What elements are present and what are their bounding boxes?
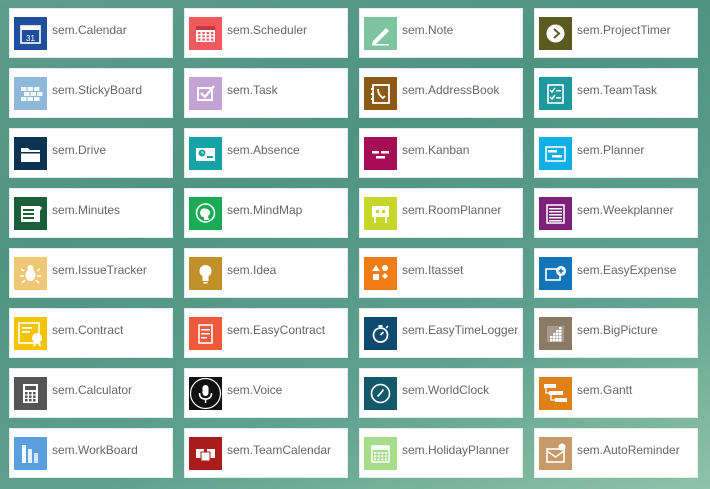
app-tile-label: sem.Weekplanner bbox=[577, 203, 674, 217]
app-tile-label: sem.ProjectTimer bbox=[577, 23, 671, 37]
app-tile-label: sem.TeamCalendar bbox=[227, 443, 332, 457]
absence-icon bbox=[189, 137, 222, 170]
app-tile-label: sem.Planner bbox=[577, 143, 645, 157]
app-tile-label: sem.EasyExpense bbox=[577, 263, 677, 277]
app-grid: 31 sem.Calendar sem.Scheduler sem.Note sem.P… bbox=[0, 0, 710, 489]
app-tile-label: sem.WorkBoard bbox=[52, 443, 138, 457]
app-tile-label: sem.IssueTracker bbox=[52, 263, 147, 277]
app-tile-calculator[interactable]: sem.Calculator bbox=[9, 368, 173, 418]
app-tile-sticky-board[interactable]: sem.StickyBoard bbox=[9, 68, 173, 118]
app-tile-label: sem.Scheduler bbox=[227, 23, 308, 37]
app-tile-note[interactable]: sem.Note bbox=[359, 8, 523, 58]
app-tile-holiday-planner[interactable]: sem.HolidayPlanner bbox=[359, 428, 523, 478]
app-tile-easy-expense[interactable]: sem.EasyExpense bbox=[534, 248, 698, 298]
expense-icon bbox=[539, 257, 572, 290]
pencil-icon bbox=[364, 17, 397, 50]
shapes-icon bbox=[364, 257, 397, 290]
app-tile-label: sem.Note bbox=[402, 23, 454, 37]
app-tile-absence[interactable]: sem.Absence bbox=[184, 128, 348, 178]
app-tile-label: sem.EasyTimeLogger bbox=[402, 323, 519, 337]
planner-icon bbox=[539, 137, 572, 170]
app-tile-work-board[interactable]: sem.WorkBoard bbox=[9, 428, 173, 478]
svg-text:31: 31 bbox=[26, 34, 35, 43]
checkbox-icon bbox=[189, 77, 222, 110]
minutes-icon bbox=[14, 197, 47, 230]
app-tile-gantt[interactable]: sem.Gantt bbox=[534, 368, 698, 418]
app-tile-weekplanner[interactable]: sem.Weekplanner bbox=[534, 188, 698, 238]
app-tile-room-planner[interactable]: sem.RoomPlanner bbox=[359, 188, 523, 238]
app-tile-label: sem.Idea bbox=[227, 263, 277, 277]
lightbulb-icon bbox=[189, 257, 222, 290]
app-tile-voice[interactable]: sem.Voice bbox=[184, 368, 348, 418]
app-tile-project-timer[interactable]: sem.ProjectTimer bbox=[534, 8, 698, 58]
app-tile-auto-reminder[interactable]: sem.AutoReminder bbox=[534, 428, 698, 478]
app-tile-task[interactable]: sem.Task bbox=[184, 68, 348, 118]
app-tile-easy-time-logger[interactable]: sem.EasyTimeLogger bbox=[359, 308, 523, 358]
app-tile-team-task[interactable]: sem.TeamTask bbox=[534, 68, 698, 118]
app-tile-issue-tracker[interactable]: sem.IssueTracker bbox=[9, 248, 173, 298]
workboard-icon bbox=[14, 437, 47, 470]
bricks-icon bbox=[14, 77, 47, 110]
folder-icon bbox=[14, 137, 47, 170]
app-tile-mind-map[interactable]: sem.MindMap bbox=[184, 188, 348, 238]
app-tile-kanban[interactable]: sem.Kanban bbox=[359, 128, 523, 178]
app-tile-label: sem.Task bbox=[227, 83, 278, 97]
app-tile-label: sem.AutoReminder bbox=[577, 443, 680, 457]
app-tile-label: sem.RoomPlanner bbox=[402, 203, 502, 217]
scheduler-icon bbox=[189, 17, 222, 50]
app-tile-label: sem.Voice bbox=[227, 383, 283, 397]
bug-icon bbox=[14, 257, 47, 290]
app-tile-label: sem.Calendar bbox=[52, 23, 127, 37]
document-icon bbox=[189, 317, 222, 350]
app-tile-planner[interactable]: sem.Planner bbox=[534, 128, 698, 178]
app-tile-label: sem.Gantt bbox=[577, 383, 633, 397]
app-tile-label: sem.Itasset bbox=[402, 263, 464, 277]
app-tile-label: sem.MindMap bbox=[227, 203, 303, 217]
app-tile-itasset[interactable]: sem.Itasset bbox=[359, 248, 523, 298]
kanban-icon bbox=[364, 137, 397, 170]
play-icon bbox=[539, 17, 572, 50]
app-tile-label: sem.StickyBoard bbox=[52, 83, 143, 97]
app-tile-team-calendar[interactable]: sem.TeamCalendar bbox=[184, 428, 348, 478]
app-tile-label: sem.Calculator bbox=[52, 383, 133, 397]
app-tile-address-book[interactable]: sem.AddressBook bbox=[359, 68, 523, 118]
weekplanner-icon bbox=[539, 197, 572, 230]
reminder-icon bbox=[539, 437, 572, 470]
app-tile-idea[interactable]: sem.Idea bbox=[184, 248, 348, 298]
app-tile-drive[interactable]: sem.Drive bbox=[9, 128, 173, 178]
app-tile-label: sem.WorldClock bbox=[402, 383, 490, 397]
app-tile-label: sem.Drive bbox=[52, 143, 107, 157]
app-tile-label: sem.TeamTask bbox=[577, 83, 658, 97]
app-tile-calendar[interactable]: 31 sem.Calendar bbox=[9, 8, 173, 58]
app-tile-scheduler[interactable]: sem.Scheduler bbox=[184, 8, 348, 58]
holidayplanner-icon bbox=[364, 437, 397, 470]
app-tile-minutes[interactable]: sem.Minutes bbox=[9, 188, 173, 238]
mindmap-icon bbox=[189, 197, 222, 230]
app-tile-big-picture[interactable]: sem.BigPicture bbox=[534, 308, 698, 358]
roomplanner-icon bbox=[364, 197, 397, 230]
app-tile-label: sem.Absence bbox=[227, 143, 300, 157]
app-tile-label: sem.Contract bbox=[52, 323, 124, 337]
app-tile-easy-contract[interactable]: sem.EasyContract bbox=[184, 308, 348, 358]
app-tile-label: sem.AddressBook bbox=[402, 83, 500, 97]
certificate-icon bbox=[14, 317, 47, 350]
app-tile-contract[interactable]: sem.Contract bbox=[9, 308, 173, 358]
app-tile-label: sem.Minutes bbox=[52, 203, 121, 217]
app-tile-label: sem.HolidayPlanner bbox=[402, 443, 510, 457]
stopwatch-icon bbox=[364, 317, 397, 350]
bigpicture-icon bbox=[539, 317, 572, 350]
app-tile-label: sem.EasyContract bbox=[227, 323, 326, 337]
app-tile-label: sem.BigPicture bbox=[577, 323, 658, 337]
app-tile-world-clock[interactable]: sem.WorldClock bbox=[359, 368, 523, 418]
calculator-icon bbox=[14, 377, 47, 410]
calendar-icon: 31 bbox=[14, 17, 47, 50]
addressbook-icon bbox=[364, 77, 397, 110]
app-tile-label: sem.Kanban bbox=[402, 143, 470, 157]
microphone-icon bbox=[189, 377, 222, 410]
teamcalendar-icon bbox=[189, 437, 222, 470]
gantt-icon bbox=[539, 377, 572, 410]
worldclock-icon bbox=[364, 377, 397, 410]
checklist-icon bbox=[539, 77, 572, 110]
